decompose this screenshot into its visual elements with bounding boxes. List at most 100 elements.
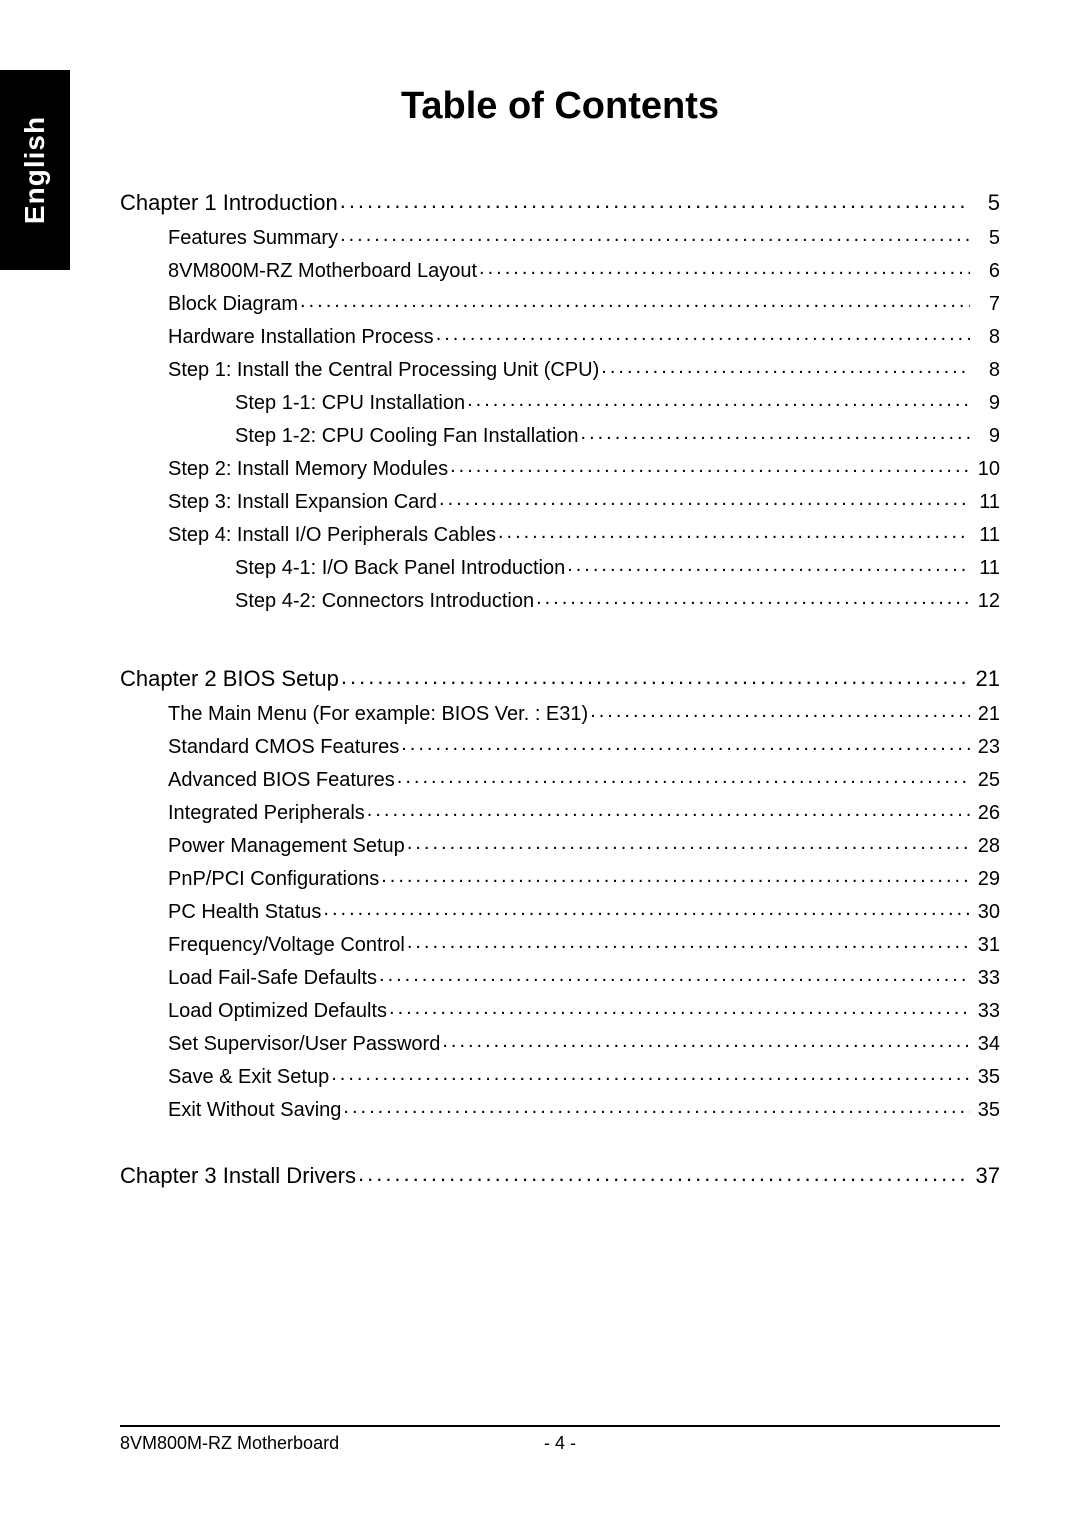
toc-entry: Step 4-1: I/O Back Panel Introduction 11 (120, 554, 1000, 580)
toc-leader-dots (407, 832, 970, 852)
toc-entry-title: PC Health Status (168, 901, 323, 924)
toc-leader-dots (467, 389, 970, 409)
toc-leader-dots (343, 1096, 970, 1116)
toc-leader-dots (450, 455, 970, 475)
toc-entry-page: 11 (970, 491, 1000, 514)
toc-entry-page: 29 (970, 868, 1000, 891)
toc-entry-page: 8 (970, 359, 1000, 382)
toc-entry-title: 8VM800M-RZ Motherboard Layout (168, 260, 479, 283)
toc-entry: Step 1: Install the Central Processing U… (120, 356, 1000, 382)
toc-leader-dots (498, 521, 970, 541)
toc-entry-page: 12 (970, 590, 1000, 613)
toc-entry-title: Step 4-2: Connectors Introduction (235, 590, 536, 613)
toc-entry: Advanced BIOS Features 25 (120, 766, 1000, 792)
toc-entry: Load Fail-Safe Defaults33 (120, 964, 1000, 990)
toc-entry: Chapter 1 Introduction 5 (120, 188, 1000, 216)
toc-entry: Step 4: Install I/O Peripherals Cables 11 (120, 521, 1000, 547)
toc-entry-title: Frequency/Voltage Control (168, 934, 407, 957)
toc-entry: PnP/PCI Configurations 29 (120, 865, 1000, 891)
toc-entry: Exit Without Saving 35 (120, 1096, 1000, 1122)
toc-entry: Load Optimized Defaults33 (120, 997, 1000, 1023)
toc-entry: Integrated Peripherals 26 (120, 799, 1000, 825)
footer-row: 8VM800M-RZ Motherboard - 4 - (120, 1433, 1000, 1454)
footer-divider (120, 1425, 1000, 1427)
toc-leader-dots (300, 290, 970, 310)
toc-entry: Features Summary5 (120, 224, 1000, 250)
toc-leader-dots (601, 356, 970, 376)
toc-leader-dots (331, 1063, 970, 1083)
toc-leader-dots (536, 587, 970, 607)
toc-entry-page: 11 (970, 524, 1000, 547)
footer-page-number: - 4 - (413, 1433, 706, 1454)
toc-entry: Step 1-2: CPU Cooling Fan Installation9 (120, 422, 1000, 448)
toc-leader-dots (567, 554, 970, 574)
toc-entry-title: Standard CMOS Features (168, 736, 401, 759)
toc-gap (120, 620, 1000, 660)
toc-entry: PC Health Status 30 (120, 898, 1000, 924)
toc-entry: Chapter 3 Install Drivers 37 (120, 1161, 1000, 1189)
toc-entry-page: 33 (970, 1000, 1000, 1023)
toc-leader-dots (389, 997, 970, 1017)
toc-leader-dots (340, 224, 970, 244)
toc-entry-title: PnP/PCI Configurations (168, 868, 381, 891)
toc-entry: Step 2: Install Memory Modules 10 (120, 455, 1000, 481)
toc-leader-dots (323, 898, 970, 918)
toc-entry-page: 35 (970, 1066, 1000, 1089)
toc-entry-page: 35 (970, 1099, 1000, 1122)
toc-entry-title: The Main Menu (For example: BIOS Ver. : … (168, 703, 590, 726)
toc-entry-page: 9 (970, 392, 1000, 415)
toc-entry-title: Load Fail-Safe Defaults (168, 967, 379, 990)
toc-entry-page: 5 (970, 190, 1000, 216)
toc-leader-dots (479, 257, 970, 277)
toc-entry: Step 4-2: Connectors Introduction 12 (120, 587, 1000, 613)
toc-entry: Block Diagram7 (120, 290, 1000, 316)
toc-entry-title: Block Diagram (168, 293, 300, 316)
toc-entry-title: Set Supervisor/User Password (168, 1033, 442, 1056)
toc-entry-title: Step 4: Install I/O Peripherals Cables (168, 524, 498, 547)
language-label: English (19, 116, 51, 224)
toc-leader-dots (358, 1161, 970, 1183)
toc-entry-title: Chapter 1 Introduction (120, 190, 340, 216)
toc-leader-dots (397, 766, 970, 786)
toc-entry-page: 10 (970, 458, 1000, 481)
toc-entry: Standard CMOS Features 23 (120, 733, 1000, 759)
toc-entry-page: 30 (970, 901, 1000, 924)
toc-leader-dots (407, 931, 970, 951)
toc-entry-page: 25 (970, 769, 1000, 792)
toc-entry: The Main Menu (For example: BIOS Ver. : … (120, 700, 1000, 726)
toc-entry-page: 21 (970, 703, 1000, 726)
toc-leader-dots (590, 700, 970, 720)
toc-entry-page: 34 (970, 1033, 1000, 1056)
toc-leader-dots (581, 422, 970, 442)
toc-entry-title: Step 2: Install Memory Modules (168, 458, 450, 481)
toc-entry-title: Exit Without Saving (168, 1099, 343, 1122)
toc-entry-title: Step 4-1: I/O Back Panel Introduction (235, 557, 567, 580)
toc-entry-title: Chapter 3 Install Drivers (120, 1163, 358, 1189)
toc-leader-dots (401, 733, 970, 753)
toc-leader-dots (379, 964, 970, 984)
toc-entry: Frequency/Voltage Control31 (120, 931, 1000, 957)
toc-entry-page: 11 (970, 557, 1000, 580)
toc-entry-title: Integrated Peripherals (168, 802, 367, 825)
toc-entry-page: 6 (970, 260, 1000, 283)
toc-leader-dots (340, 188, 970, 210)
toc-leader-dots (341, 664, 970, 686)
toc-entry-title: Step 1: Install the Central Processing U… (168, 359, 601, 382)
toc-entry: Hardware Installation Process8 (120, 323, 1000, 349)
toc-entry-page: 8 (970, 326, 1000, 349)
page-content: Table of Contents Chapter 1 Introduction… (120, 85, 1000, 1197)
toc-leader-dots (436, 323, 970, 343)
toc-entry-page: 9 (970, 425, 1000, 448)
toc-entry: Set Supervisor/User Password 34 (120, 1030, 1000, 1056)
toc-gap (120, 1129, 1000, 1157)
toc-leader-dots (442, 1030, 970, 1050)
table-of-contents: Chapter 1 Introduction 5 Features Summary5… (120, 188, 1000, 1189)
toc-entry-page: 26 (970, 802, 1000, 825)
toc-leader-dots (367, 799, 970, 819)
toc-entry-page: 37 (970, 1163, 1000, 1189)
toc-entry-title: Advanced BIOS Features (168, 769, 397, 792)
toc-entry-page: 23 (970, 736, 1000, 759)
toc-entry-page: 21 (970, 666, 1000, 692)
toc-leader-dots (381, 865, 970, 885)
toc-leader-dots (439, 488, 970, 508)
